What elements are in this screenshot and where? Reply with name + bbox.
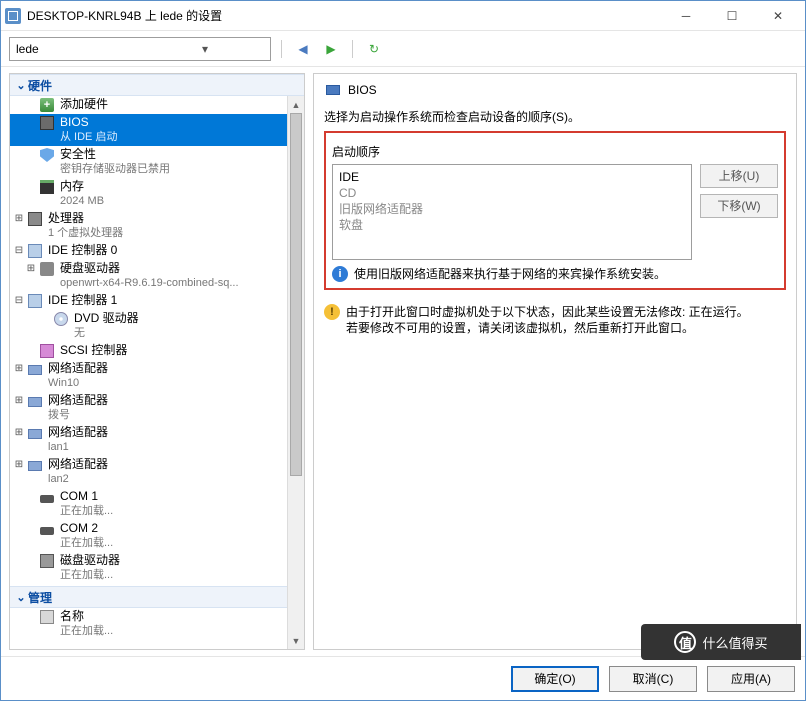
tree-nic4[interactable]: ⊞ 网络适配器 lan2 bbox=[10, 456, 287, 488]
shield-icon bbox=[40, 148, 54, 162]
toolbar: lede ▾ ◀ ▶ ↻ bbox=[1, 31, 805, 67]
start-button[interactable]: ▶ bbox=[320, 38, 342, 60]
dvd-icon bbox=[54, 312, 68, 326]
controller-icon bbox=[28, 294, 42, 308]
section-management[interactable]: ⌄ 管理 bbox=[10, 586, 287, 608]
close-button[interactable]: ✕ bbox=[755, 1, 801, 31]
boot-order-list[interactable]: IDE CD 旧版网络适配器 软盘 bbox=[332, 164, 692, 260]
serial-icon bbox=[40, 495, 54, 503]
serial-icon bbox=[40, 527, 54, 535]
scroll-down-icon[interactable]: ▼ bbox=[288, 632, 304, 649]
memory-icon bbox=[40, 180, 54, 194]
scroll-up-icon[interactable]: ▲ bbox=[288, 96, 304, 113]
list-item[interactable]: 旧版网络适配器 bbox=[339, 201, 685, 217]
hardware-tree: 添加硬件 BIOS 从 IDE 启动 安全性 密钥存储驱动器已禁用 bbox=[10, 96, 287, 649]
tree-nic2[interactable]: ⊞ 网络适配器 拨号 bbox=[10, 392, 287, 424]
separator bbox=[352, 40, 353, 58]
section-hardware[interactable]: ⌄ 硬件 bbox=[10, 74, 304, 96]
tree-bios[interactable]: BIOS 从 IDE 启动 bbox=[10, 114, 287, 146]
watermark-text: 什么值得买 bbox=[702, 633, 767, 652]
tree-hdd[interactable]: ⊞ 硬盘驱动器 openwrt-x64-R9.6.19-combined-sq.… bbox=[10, 260, 287, 292]
group-label: 启动顺序 bbox=[332, 143, 778, 160]
tag-icon bbox=[40, 610, 54, 624]
warning-text: 由于打开此窗口时虚拟机处于以下状态，因此某些设置无法修改: 正在运行。 若要修改… bbox=[346, 304, 749, 336]
tree-ide1[interactable]: ⊟ IDE 控制器 1 bbox=[10, 292, 287, 310]
tree-ide0[interactable]: ⊟ IDE 控制器 0 bbox=[10, 242, 287, 260]
expand-icon[interactable]: ⊞ bbox=[12, 361, 26, 377]
nic-icon bbox=[28, 397, 42, 407]
nav-back-button[interactable]: ◀ bbox=[292, 38, 314, 60]
scrollbar[interactable]: ▲ ▼ bbox=[287, 96, 304, 649]
panel-desc: 选择为启动操作系统而检查启动设备的顺序(S)。 bbox=[324, 108, 786, 125]
apply-button[interactable]: 应用(A) bbox=[707, 666, 795, 692]
watermark: 值 什么值得买 bbox=[641, 624, 801, 660]
move-down-button[interactable]: 下移(W) bbox=[700, 194, 778, 218]
section-label: 硬件 bbox=[28, 77, 52, 94]
separator bbox=[281, 40, 282, 58]
nic-icon bbox=[28, 365, 42, 375]
tree-add-hardware[interactable]: 添加硬件 bbox=[10, 96, 287, 114]
scroll-thumb[interactable] bbox=[290, 113, 302, 476]
move-up-button[interactable]: 上移(U) bbox=[700, 164, 778, 188]
chip-icon bbox=[40, 116, 54, 130]
list-item[interactable]: CD bbox=[339, 185, 685, 201]
right-panel: BIOS 选择为启动操作系统而检查启动设备的顺序(S)。 启动顺序 IDE CD… bbox=[313, 73, 797, 650]
warning-icon: ! bbox=[324, 304, 340, 320]
tree-com2[interactable]: COM 2 正在加载... bbox=[10, 520, 287, 552]
dialog-footer: 确定(O) 取消(C) 应用(A) bbox=[1, 656, 805, 700]
nic-icon bbox=[28, 461, 42, 471]
minimize-button[interactable]: ─ bbox=[663, 1, 709, 31]
vm-selector-value: lede bbox=[10, 42, 140, 56]
expand-icon[interactable]: ⊞ bbox=[24, 261, 38, 277]
bios-icon bbox=[326, 85, 340, 95]
tree-cpu[interactable]: ⊞ 处理器 1 个虚拟处理器 bbox=[10, 210, 287, 242]
expand-icon[interactable]: ⊞ bbox=[12, 457, 26, 473]
cpu-icon bbox=[28, 212, 42, 226]
tree-nic1[interactable]: ⊞ 网络适配器 Win10 bbox=[10, 360, 287, 392]
panel-header: BIOS bbox=[324, 82, 786, 98]
section-label: 管理 bbox=[28, 589, 52, 606]
tree-floppy[interactable]: 磁盘驱动器 正在加载... bbox=[10, 552, 287, 584]
maximize-button[interactable]: ☐ bbox=[709, 1, 755, 31]
window-title: DESKTOP-KNRL94B 上 lede 的设置 bbox=[27, 7, 663, 24]
tree-scsi[interactable]: SCSI 控制器 bbox=[10, 342, 287, 360]
expand-icon[interactable]: ⊞ bbox=[12, 393, 26, 409]
floppy-icon bbox=[40, 554, 54, 568]
boot-order-group: 启动顺序 IDE CD 旧版网络适配器 软盘 上移(U) 下移(W) bbox=[332, 143, 778, 282]
scsi-icon bbox=[40, 344, 54, 358]
panel-title: BIOS bbox=[348, 83, 377, 97]
refresh-button[interactable]: ↻ bbox=[363, 38, 385, 60]
titlebar: DESKTOP-KNRL94B 上 lede 的设置 ─ ☐ ✕ bbox=[1, 1, 805, 31]
tree-dvd[interactable]: DVD 驱动器 无 bbox=[10, 310, 287, 342]
left-panel: ⌄ 硬件 添加硬件 BIOS 从 IDE 启动 bbox=[9, 73, 305, 650]
tree-security[interactable]: 安全性 密钥存储驱动器已禁用 bbox=[10, 146, 287, 178]
ok-button[interactable]: 确定(O) bbox=[511, 666, 599, 692]
info-icon: i bbox=[332, 266, 348, 282]
info-text: 使用旧版网络适配器来执行基于网络的来宾操作系统安装。 bbox=[354, 266, 666, 282]
cancel-button[interactable]: 取消(C) bbox=[609, 666, 697, 692]
tree-name[interactable]: 名称 正在加载... bbox=[10, 608, 287, 640]
app-icon bbox=[5, 8, 21, 24]
highlight-box: 启动顺序 IDE CD 旧版网络适配器 软盘 上移(U) 下移(W) bbox=[324, 131, 786, 290]
nic-icon bbox=[28, 429, 42, 439]
expand-icon[interactable]: ⊞ bbox=[12, 425, 26, 441]
chevron-down-icon: ⌄ bbox=[14, 591, 28, 604]
add-icon bbox=[40, 98, 54, 112]
hdd-icon bbox=[40, 262, 54, 276]
watermark-icon: 值 bbox=[674, 631, 696, 653]
list-item[interactable]: 软盘 bbox=[339, 217, 685, 233]
tree-com1[interactable]: COM 1 正在加载... bbox=[10, 488, 287, 520]
chevron-down-icon: ▾ bbox=[140, 38, 270, 60]
tree-memory[interactable]: 内存 2024 MB bbox=[10, 178, 287, 210]
controller-icon bbox=[28, 244, 42, 258]
tree-nic3[interactable]: ⊞ 网络适配器 lan1 bbox=[10, 424, 287, 456]
chevron-down-icon: ⌄ bbox=[14, 79, 28, 92]
collapse-icon[interactable]: ⊟ bbox=[12, 243, 26, 259]
vm-selector[interactable]: lede ▾ bbox=[9, 37, 271, 61]
list-item[interactable]: IDE bbox=[339, 169, 685, 185]
expand-icon[interactable]: ⊞ bbox=[12, 211, 26, 227]
collapse-icon[interactable]: ⊟ bbox=[12, 293, 26, 309]
